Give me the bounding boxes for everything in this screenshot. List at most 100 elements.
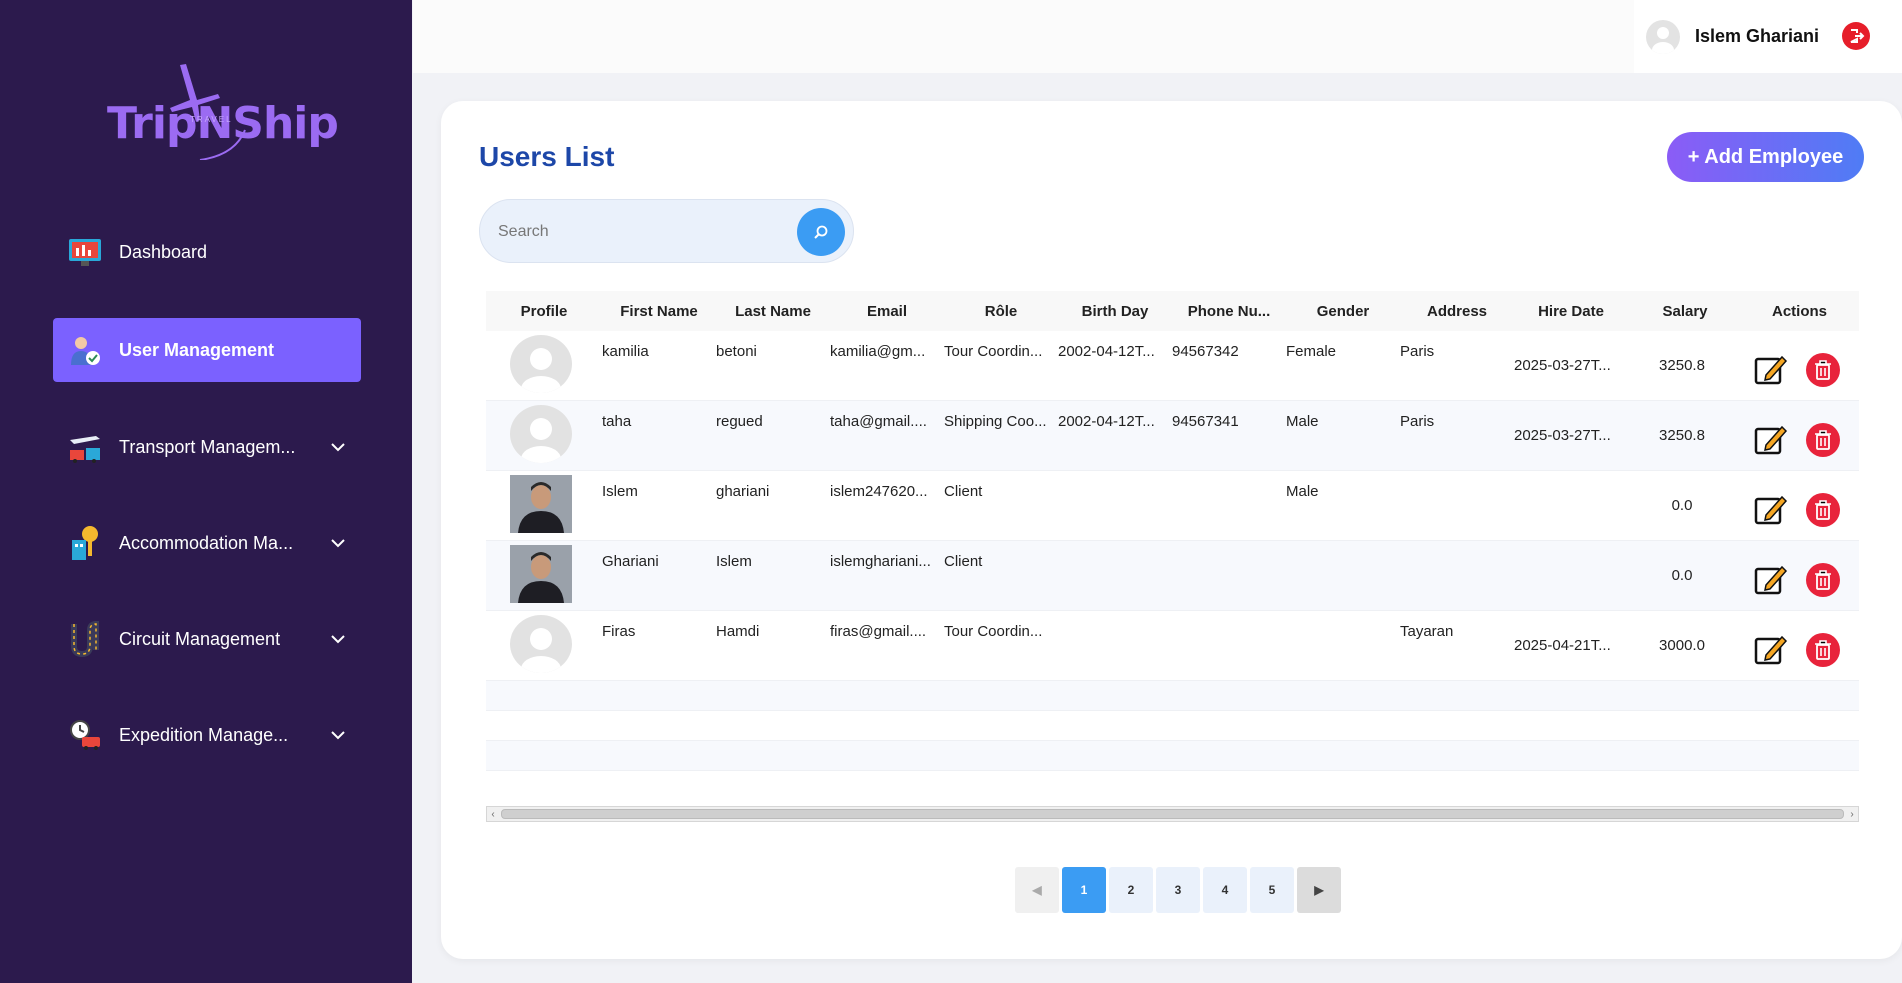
cell-first: kamilia	[602, 343, 649, 360]
brand-logo[interactable]: TripNShip TRAVEL	[105, 60, 339, 170]
cell-birth: 2002-04-12T...	[1058, 413, 1155, 430]
column-header[interactable]: Phone Nu...	[1172, 303, 1286, 320]
actions-cell	[1742, 331, 1857, 400]
default-avatar-icon[interactable]	[510, 615, 572, 673]
column-header[interactable]: Hire Date	[1514, 303, 1628, 320]
delete-icon[interactable]	[1806, 423, 1840, 457]
cell-email: kamilia@gm...	[830, 343, 926, 360]
column-header[interactable]: Email	[830, 303, 944, 320]
table-row[interactable]: kamilia betoni kamilia@gm... Tour Coordin..…	[486, 331, 1859, 401]
cell-gender: Male	[1286, 413, 1319, 430]
delete-icon[interactable]	[1806, 493, 1840, 527]
sidebar-item-transport-managem[interactable]: Transport Managem...	[53, 415, 361, 479]
cell-gender: Male	[1286, 483, 1319, 500]
column-header[interactable]: Address	[1400, 303, 1514, 320]
logout-button[interactable]	[1842, 22, 1870, 50]
cell-address: Paris	[1400, 413, 1435, 430]
edit-icon[interactable]	[1754, 633, 1788, 667]
sidebar-item-user-management[interactable]: User Management	[53, 318, 361, 382]
accommodation-icon	[65, 523, 105, 563]
column-header[interactable]: Profile	[486, 303, 602, 320]
profile-cell	[486, 401, 602, 470]
prev-page-button[interactable]: ◀	[1015, 867, 1059, 913]
cell-email: islem247620...	[830, 483, 928, 500]
search-button[interactable]	[797, 208, 845, 256]
user-management-icon	[65, 330, 105, 370]
chevron-down-icon[interactable]	[323, 538, 353, 548]
column-header[interactable]: First Name	[602, 303, 716, 320]
transport-icon	[65, 427, 105, 467]
column-header[interactable]: Last Name	[716, 303, 830, 320]
next-page-button[interactable]: ▶	[1297, 867, 1341, 913]
profile-cell	[486, 471, 602, 540]
column-header[interactable]: Salary	[1628, 303, 1742, 320]
user-avatar[interactable]	[1646, 19, 1680, 54]
column-header[interactable]: Birth Day	[1058, 303, 1172, 320]
cell-last: Islem	[716, 553, 752, 570]
page-button-3[interactable]: 3	[1156, 867, 1200, 913]
scrollbar-thumb[interactable]	[501, 809, 1844, 819]
horizontal-scrollbar[interactable]: ‹ ›	[486, 806, 1859, 822]
default-avatar-icon[interactable]	[510, 405, 572, 463]
sidebar-item-expedition-manage[interactable]: Expedition Manage...	[53, 703, 361, 767]
user-profile-chip[interactable]: Islem Ghariani	[1634, 0, 1902, 73]
users-table: Profile First Name Last Name Email Rôle Birth…	[486, 291, 1859, 771]
sidebar-item-accommodation-ma[interactable]: Accommodation Ma...	[53, 511, 361, 575]
column-header[interactable]: Rôle	[944, 303, 1058, 320]
cell-hire-date	[1514, 541, 1628, 610]
cell-last: regued	[716, 413, 763, 430]
cell-role: Tour Coordin...	[944, 623, 1043, 640]
cell-salary: 3250.8	[1659, 357, 1705, 374]
edit-icon[interactable]	[1754, 563, 1788, 597]
profile-photo[interactable]	[510, 475, 572, 533]
circuit-icon	[65, 619, 105, 659]
cell-last: betoni	[716, 343, 757, 360]
default-avatar-icon[interactable]	[510, 335, 572, 393]
chevron-down-icon[interactable]	[323, 730, 353, 740]
delete-icon[interactable]	[1806, 353, 1840, 387]
cell-phone	[1172, 471, 1286, 540]
cell-birth	[1058, 611, 1172, 680]
edit-icon[interactable]	[1754, 493, 1788, 527]
actions-cell	[1742, 401, 1857, 470]
sidebar-item-label: Transport Managem...	[119, 436, 296, 457]
cell-role: Client	[944, 553, 983, 570]
page-button-5[interactable]: 5	[1250, 867, 1294, 913]
table-row[interactable]: taha regued taha@gmail.... Shipping Coo... 2…	[486, 401, 1859, 471]
column-header[interactable]: Gender	[1286, 303, 1400, 320]
cell-first: Ghariani	[602, 553, 659, 570]
search-input[interactable]	[498, 218, 778, 246]
table-row[interactable]: Islem ghariani islem247620... Client Male 0.0	[486, 471, 1859, 541]
sidebar-item-dashboard[interactable]: Dashboard	[53, 220, 361, 284]
column-header[interactable]: Actions	[1742, 303, 1857, 320]
chevron-down-icon[interactable]	[323, 634, 353, 644]
actions-cell	[1742, 611, 1857, 680]
table-header: Profile First Name Last Name Email Rôle Birth…	[486, 291, 1859, 331]
cell-birth	[1058, 541, 1172, 610]
cell-role: Shipping Coo...	[944, 413, 1047, 430]
edit-icon[interactable]	[1754, 353, 1788, 387]
table-row[interactable]: Firas Hamdi firas@gmail.... Tour Coordin...…	[486, 611, 1859, 681]
profile-photo[interactable]	[510, 545, 572, 603]
cell-address	[1400, 541, 1514, 610]
cell-phone: 94567341	[1172, 413, 1239, 430]
page-button-1[interactable]: 1	[1062, 867, 1106, 913]
search-icon	[814, 225, 828, 239]
chevron-down-icon[interactable]	[323, 442, 353, 452]
delete-icon[interactable]	[1806, 633, 1840, 667]
scroll-left-icon[interactable]: ‹	[487, 807, 499, 821]
search-box	[479, 199, 854, 263]
cell-role: Client	[944, 483, 983, 500]
add-employee-button[interactable]: + Add Employee	[1667, 132, 1864, 182]
pagination: ◀ 1 2 3 4 5 ▶	[1015, 867, 1341, 913]
delete-icon[interactable]	[1806, 563, 1840, 597]
cell-salary: 3000.0	[1659, 637, 1705, 654]
scroll-right-icon[interactable]: ›	[1846, 807, 1858, 821]
cell-birth: 2002-04-12T...	[1058, 343, 1155, 360]
table-row[interactable]: Ghariani Islem islemghariani... Client 0.0	[486, 541, 1859, 611]
page-button-4[interactable]: 4	[1203, 867, 1247, 913]
sidebar-item-circuit-management[interactable]: Circuit Management	[53, 607, 361, 671]
page-button-2[interactable]: 2	[1109, 867, 1153, 913]
edit-icon[interactable]	[1754, 423, 1788, 457]
cell-hire-date: 2025-03-27T...	[1514, 357, 1611, 374]
